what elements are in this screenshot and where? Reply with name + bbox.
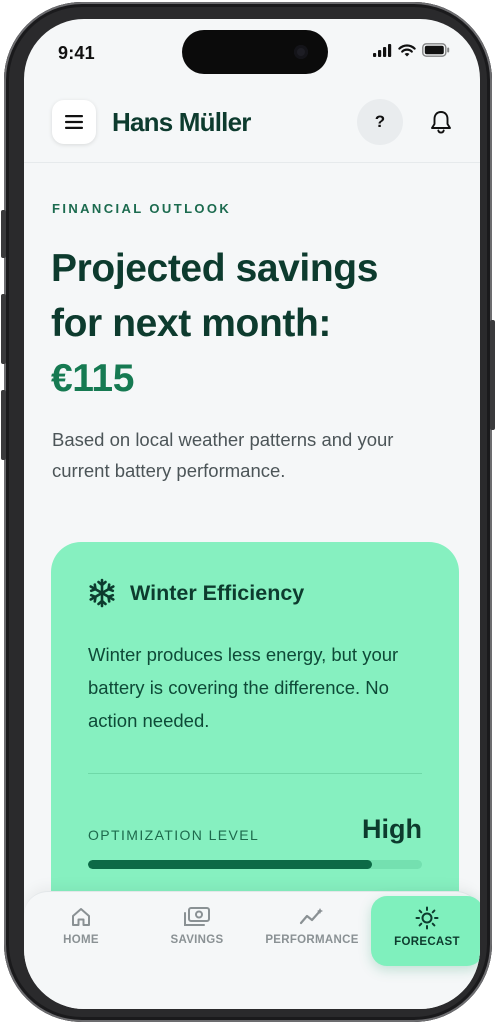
phone-frame: 9:41 Hans Müller ? FINANCIAL OUTLOOK Pro… xyxy=(1,2,495,1022)
volume-up-button xyxy=(1,294,6,364)
power-button xyxy=(490,320,495,430)
status-time: 9:41 xyxy=(58,43,95,63)
optimization-progress-bar xyxy=(88,860,422,869)
battery-icon xyxy=(422,43,450,57)
nav-label-performance: PERFORMANCE xyxy=(265,934,359,946)
projected-amount: €115 xyxy=(51,357,135,400)
bell-icon xyxy=(431,111,451,134)
headline-line-2: for next month: xyxy=(51,302,331,345)
menu-button[interactable] xyxy=(52,100,96,144)
screen: 9:41 Hans Müller ? FINANCIAL OUTLOOK Pro… xyxy=(24,19,480,1009)
status-icons xyxy=(373,43,450,57)
nav-label-forecast: FORECAST xyxy=(394,936,460,948)
nav-item-home[interactable]: HOME xyxy=(36,906,126,946)
nav-item-performance[interactable]: PERFORMANCE xyxy=(265,906,359,946)
hamburger-icon xyxy=(65,115,83,129)
projection-headline: Projected savings for next month: €115 xyxy=(51,241,451,406)
notifications-button[interactable] xyxy=(418,99,464,145)
projection-description: Based on local weather patterns and your… xyxy=(52,429,394,481)
nav-item-forecast[interactable]: FORECAST xyxy=(371,896,480,966)
card-header: Winter Efficiency xyxy=(87,578,304,608)
nav-label-savings: SAVINGS xyxy=(170,934,224,946)
help-button[interactable]: ? xyxy=(357,99,403,145)
sun-icon xyxy=(415,906,439,930)
chart-line-icon xyxy=(299,908,323,925)
card-divider xyxy=(88,773,422,774)
optimization-label: OPTIMIZATION LEVEL xyxy=(88,827,260,843)
action-button xyxy=(1,210,6,258)
volume-down-button xyxy=(1,390,6,460)
wifi-icon xyxy=(398,43,416,56)
nav-label-home: HOME xyxy=(63,934,99,946)
headline-line-1: Projected savings xyxy=(51,247,379,290)
card-body: Winter produces less energy, but your ba… xyxy=(88,644,399,731)
camera-icon xyxy=(294,45,308,59)
card-title: Winter Efficiency xyxy=(130,580,305,605)
app-header: Hans Müller ? xyxy=(24,91,480,163)
snowflake-icon xyxy=(89,578,115,608)
optimization-value: High xyxy=(362,814,422,844)
section-eyebrow: FINANCIAL OUTLOOK xyxy=(52,201,232,216)
banknote-icon xyxy=(184,907,210,926)
dynamic-island xyxy=(182,30,328,74)
nav-item-savings[interactable]: SAVINGS xyxy=(152,906,242,946)
optimization-progress-fill xyxy=(88,860,372,869)
signal-icon xyxy=(373,43,392,57)
user-name-title: Hans Müller xyxy=(112,107,251,137)
home-icon xyxy=(72,908,90,926)
bottom-navigation: HOME SAVINGS PERFORMANCE FORECAST xyxy=(24,891,480,1009)
